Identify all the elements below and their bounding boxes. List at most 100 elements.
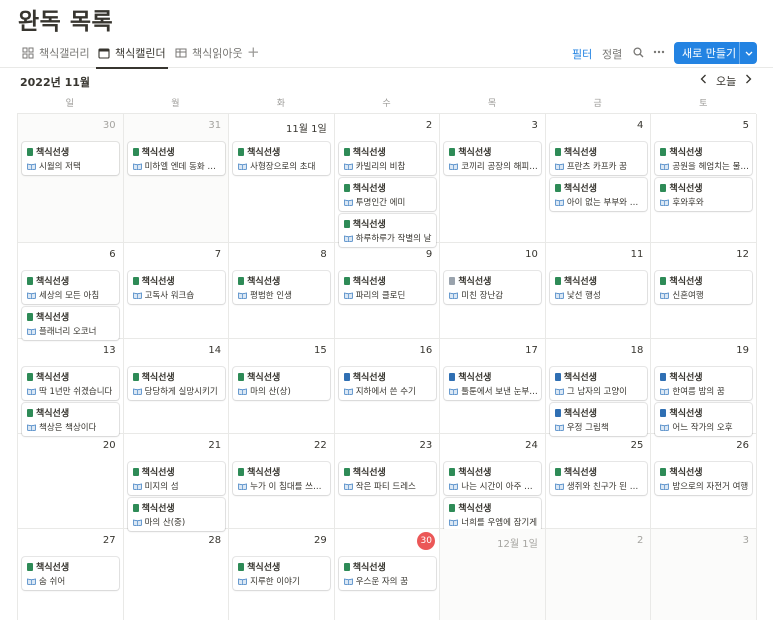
calendar-event-card[interactable]: 책식선생 신혼여행 (655, 271, 753, 304)
book-icon (132, 503, 139, 512)
calendar-day-cell[interactable]: 22 책식선생누가 이 침대를 쓰셨나요 (229, 434, 335, 529)
event-tag-row: 책식선생 (343, 465, 386, 478)
calendar-day-cell[interactable]: 12 책식선생 신혼여행 (651, 243, 757, 339)
filter-button[interactable]: 필터 (572, 46, 592, 62)
calendar-day-cell[interactable]: 8 책식선생 평범한 인생 (229, 243, 335, 339)
calendar-event-card[interactable]: 책식선생 투명인간 에미 (338, 178, 436, 211)
calendar-day-cell[interactable]: 24책식선생나는 시간이 아주 많아요책식선생너희를 우엠에 잠기게 (440, 434, 546, 531)
calendar-event-card[interactable]: 책식선생 공원을 헤엄치는 물고기 (655, 142, 753, 175)
calendar-event-card[interactable]: 책식선생생쥐와 친구가 된 고양이 (549, 462, 647, 495)
tab-calendar[interactable]: 책식캘린더 (96, 38, 168, 69)
calendar-event-card[interactable]: 책식선생 미지의 섬 (127, 462, 225, 495)
calendar-event-card[interactable]: 책식선생 한여름 밤의 꿈 (655, 367, 753, 400)
event-tag-row: 책식선생 (343, 370, 386, 383)
event-title-row: 마의 산(중) (132, 516, 222, 528)
calendar-day-cell[interactable]: 6 책식선생 세상의 모든 아침 책식선생 플래너리 오코너 (18, 243, 124, 340)
calendar-event-card[interactable]: 책식선생 플래너리 오코너 (22, 307, 119, 340)
calendar-day-cell[interactable]: 19 책식선생 한여름 밤의 꿈 책식선생 어느 작가의 오후 (651, 339, 757, 436)
calendar-day-cell[interactable]: 16 책식선생 지하에서 쓴 수기 (334, 339, 441, 434)
calendar-event-card[interactable]: 책식선생 당당하게 실망시키기 (127, 367, 225, 400)
event-tag: 책식선생 (458, 373, 492, 383)
calendar-day-cell[interactable]: 2 (545, 529, 652, 620)
calendar-event-card[interactable]: 책식선생 밤으로의 자전거 여행 (655, 462, 753, 495)
calendar-event-card[interactable]: 책식선생 세상의 모든 아침 (22, 271, 119, 304)
calendar-event-card[interactable]: 책식선생 너희를 우엠에 잠기게 (444, 498, 542, 531)
calendar-day-cell[interactable]: 23 책식선생 작은 파티 드레스 (334, 434, 441, 529)
calendar-event-card[interactable]: 책식선생 책상은 책상이다 (22, 403, 119, 436)
calendar-event-card[interactable]: 책식선생 숨 쉬어 (22, 557, 119, 590)
calendar-event-card[interactable]: 책식선생 지하에서 쓴 수기 (338, 367, 436, 400)
calendar-day-cell[interactable]: 21 책식선생 미지의 섬 책식선생 마의 산(중) (123, 434, 230, 531)
calendar-event-card[interactable]: 책식선생 평범한 인생 (233, 271, 331, 304)
event-tag-row: 책식선생 (343, 181, 386, 194)
calendar-day-cell[interactable]: 20 (18, 434, 124, 529)
calendar-day-cell[interactable]: 7 책식선생 고독사 워크숍 (123, 243, 230, 339)
calendar-event-card[interactable]: 책식선생 어느 작가의 오후 (655, 403, 753, 436)
calendar-event-card[interactable]: 책식선생 미친 장난감 (444, 271, 542, 304)
open-book-icon (132, 483, 142, 490)
calendar-event-card[interactable]: 책식선생아이 없는 부부와 고양이 (549, 178, 647, 211)
search-icon[interactable] (630, 44, 646, 60)
calendar-day-cell[interactable]: 15 책식선생 마의 산(상) (229, 339, 335, 434)
calendar-event-card[interactable]: 책식선생 낯선 행성 (549, 271, 647, 304)
chevron-left-icon[interactable] (700, 73, 707, 87)
calendar-day-cell[interactable]: 13 책식선생 딱 1년만 쉬겠습니다 책식선생 책상은 책상이다 (18, 339, 124, 436)
calendar-event-card[interactable]: 책식선생나는 시간이 아주 많아요 (444, 462, 542, 495)
calendar-event-card[interactable]: 책식선생 우스운 자의 꿈 (338, 557, 436, 590)
more-options-icon[interactable] (651, 44, 667, 60)
calendar-day-cell[interactable]: 17 책식선생툴툰에서 보낸 눈부신 날 (440, 339, 546, 434)
calendar-event-card[interactable]: 책식선생 마의 산(상) (233, 367, 331, 400)
calendar-event-card[interactable]: 책식선생 고독사 워크숍 (127, 271, 225, 304)
calendar-day-cell[interactable]: 25 책식선생생쥐와 친구가 된 고양이 (545, 434, 652, 529)
calendar-day-cell[interactable]: 12월 1일 (440, 529, 546, 620)
calendar-day-cell[interactable]: 27 책식선생 숨 쉬어 (18, 529, 124, 620)
calendar-day-cell[interactable]: 11월 1일 책식선생 사형장으로의 초대 (229, 114, 335, 243)
calendar-event-card[interactable]: 책식선생 딱 1년만 쉬겠습니다 (22, 367, 119, 400)
chevron-down-icon[interactable] (740, 51, 757, 56)
calendar-event-card[interactable]: 책식선생 미하엘 엔데 동화 전집 (127, 142, 225, 175)
calendar-event-card[interactable]: 책식선생 그 남자의 고양이 (549, 367, 647, 400)
calendar-day-cell[interactable]: 11 책식선생 낯선 행성 (545, 243, 652, 339)
calendar-day-cell[interactable]: 18 책식선생 그 남자의 고양이 책식선생 우정 그림책 (545, 339, 652, 436)
calendar-day-cell[interactable]: 10 책식선생 미친 장난감 (440, 243, 546, 339)
event-tag: 책식선생 (247, 148, 281, 158)
calendar-day-cell[interactable]: 4책식선생프란츠 카프카 꿈책식선생아이 없는 부부와 고양이 (545, 114, 652, 243)
calendar-event-card[interactable]: 책식선생 시월의 저택 (22, 142, 119, 175)
calendar-event-card[interactable]: 책식선생 프란츠 카프카 꿈 (549, 142, 647, 175)
calendar-event-card[interactable]: 책식선생 코끼리 공장의 해피엔딩 (444, 142, 542, 175)
new-button[interactable]: 새로 만들기 (674, 42, 757, 64)
calendar-event-card[interactable]: 책식선생누가 이 침대를 쓰셨나요 (233, 462, 331, 495)
calendar-event-card[interactable]: 책식선생 마의 산(중) (127, 498, 225, 531)
calendar-event-card[interactable]: 책식선생 사형장으로의 초대 (233, 142, 331, 175)
calendar-event-card[interactable]: 책식선생 후와후와 (655, 178, 753, 211)
calendar-day-cell[interactable]: 3 (651, 529, 757, 620)
tab-gallery[interactable]: 책식갤러리 (22, 38, 90, 68)
add-view-button[interactable]: + (247, 43, 260, 61)
calendar-day-cell[interactable]: 14 책식선생 당당하게 실망시키기 (123, 339, 230, 434)
calendar-day-cell[interactable]: 31 책식선생 미하엘 엔데 동화 전집 (123, 114, 230, 243)
open-book-icon (238, 483, 248, 490)
calendar-event-card[interactable]: 책식선생 카빌리의 비참 (338, 142, 436, 175)
calendar-day-cell[interactable]: 26 책식선생 밤으로의 자전거 여행 (651, 434, 757, 529)
calendar-day-cell[interactable]: 2 책식선생 카빌리의 비참 책식선생 투명인간 에미 책식선생 하루하루가 작별의 날 (334, 114, 441, 247)
chevron-right-icon[interactable] (745, 73, 752, 87)
calendar-event-card[interactable]: 책식선생툴툰에서 보낸 눈부신 날 (444, 367, 542, 400)
calendar-day-cell[interactable]: 3 책식선생 코끼리 공장의 해피엔딩 (440, 114, 546, 243)
event-title: 낯선 행성 (566, 291, 601, 301)
calendar-day-cell[interactable]: 30 책식선생 우스운 자의 꿈 (335, 529, 441, 620)
calendar-day-cell[interactable]: 30 책식선생 시월의 저택 (18, 114, 124, 243)
calendar-event-card[interactable]: 책식선생 작은 파티 드레스 (338, 462, 436, 495)
calendar-day-cell[interactable]: 5 책식선생 공원을 헤엄치는 물고기 책식선생 후와후와 (651, 114, 757, 243)
calendar-day-cell[interactable]: 28 (124, 529, 230, 620)
calendar-day-cell[interactable]: 29 책식선생 지루한 이야기 (229, 529, 335, 620)
tab-table[interactable]: 책식읽아웃 (175, 38, 243, 68)
sort-button[interactable]: 정렬 (602, 46, 622, 62)
calendar-event-card[interactable]: 책식선생 파리의 클로딘 (338, 271, 436, 304)
event-title: 세상의 모든 아침 (39, 291, 100, 301)
calendar-event-card[interactable]: 책식선생 우정 그림책 (549, 403, 647, 436)
book-icon (27, 408, 33, 417)
calendar-day-cell[interactable]: 9 책식선생 파리의 클로딘 (334, 243, 441, 339)
event-tag: 책식선생 (247, 563, 281, 573)
calendar-event-card[interactable]: 책식선생 지루한 이야기 (233, 557, 331, 590)
today-button[interactable]: 오늘 (716, 73, 736, 89)
